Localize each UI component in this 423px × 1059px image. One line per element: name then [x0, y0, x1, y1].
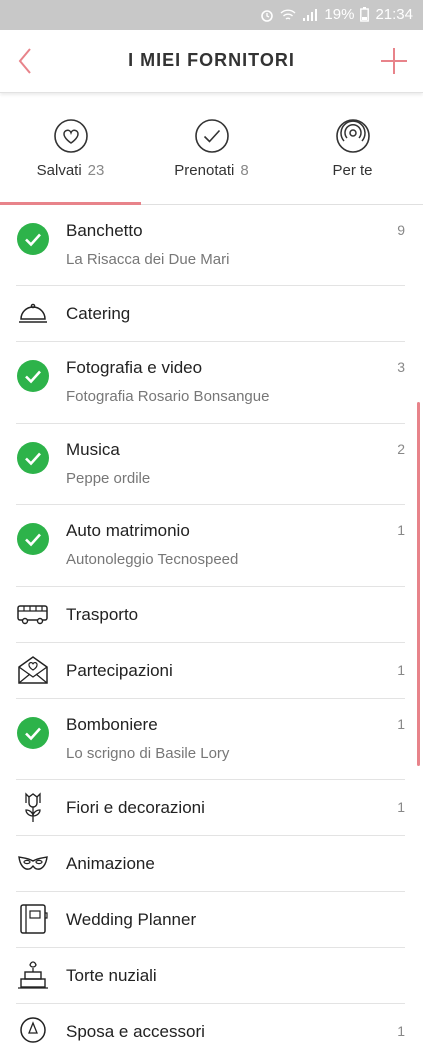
vendor-row-trasporto[interactable]: Trasporto — [16, 587, 405, 643]
flower-icon — [16, 790, 50, 824]
vendor-title: Trasporto — [66, 605, 139, 624]
battery-icon — [360, 7, 370, 22]
plus-icon — [381, 48, 407, 74]
vendor-title: Bomboniere — [66, 715, 158, 734]
mask-icon — [16, 846, 50, 880]
tab-label: Per te — [332, 162, 373, 179]
vendor-title: Partecipazioni — [66, 661, 173, 680]
vendor-row-wedding-planner[interactable]: Wedding Planner — [16, 892, 405, 948]
heart-circle-icon — [53, 119, 88, 153]
check-badge-icon — [16, 359, 50, 393]
vendor-subtitle: Autonoleggio Tecnospeed — [66, 551, 239, 568]
vendor-row-fotografia[interactable]: Fotografia e video Fotografia Rosario Bo… — [16, 342, 405, 424]
vendor-title: Musica — [66, 440, 120, 459]
vendor-row-fiori[interactable]: Fiori e decorazioni 1 — [16, 780, 405, 836]
tab-count: 23 — [87, 162, 105, 179]
tab-label: Prenotati — [174, 162, 235, 179]
chevron-left-icon — [18, 48, 31, 74]
scrollbar[interactable] — [417, 402, 420, 766]
vendor-row-bomboniere[interactable]: Bomboniere Lo scrigno di Basile Lory 1 — [16, 699, 405, 780]
vendor-row-torte[interactable]: Torte nuziali — [16, 948, 405, 1004]
add-vendor-button[interactable] — [377, 44, 411, 78]
check-badge-icon — [16, 441, 50, 475]
vendor-subtitle: La Risacca dei Due Mari — [66, 251, 230, 268]
vendor-subtitle: Fotografia Rosario Bonsangue — [66, 388, 270, 405]
vendor-list: Banchetto La Risacca dei Due Mari 9 Cate… — [0, 205, 423, 1059]
vendor-title: Auto matrimonio — [66, 521, 190, 540]
check-circle-icon — [194, 119, 229, 153]
tab-bar: Salvati 23 Prenotati 8 Per te — [0, 94, 423, 205]
tab-per-te[interactable]: Per te — [282, 94, 423, 204]
alarm-icon — [261, 9, 274, 22]
planner-icon — [16, 902, 50, 936]
vendor-count: 3 — [397, 359, 405, 375]
vendor-title: Sposa e accessori — [66, 1022, 205, 1041]
signal-circle-icon — [335, 119, 370, 153]
battery-percent: 19% — [324, 6, 355, 23]
vendor-count: 1 — [397, 1023, 405, 1039]
vendor-count: 1 — [397, 716, 405, 732]
vendor-count: 1 — [397, 662, 405, 678]
vendor-title: Fotografia e video — [66, 358, 203, 377]
vendor-count: 9 — [397, 222, 405, 238]
vendor-count: 1 — [397, 799, 405, 815]
vendor-row-musica[interactable]: Musica Peppe ordile 2 — [16, 424, 405, 505]
app-bar: I MIEI FORNITORI — [0, 30, 423, 93]
envelope-heart-icon — [16, 653, 50, 687]
vendor-row-catering[interactable]: Catering — [16, 286, 405, 342]
back-button[interactable] — [10, 44, 40, 78]
signal-icon — [303, 8, 318, 21]
tab-label: Salvati — [36, 162, 82, 179]
vendor-row-auto[interactable]: Auto matrimonio Autonoleggio Tecnospeed … — [16, 505, 405, 587]
vendor-row-sposa[interactable]: Sposa e accessori 1 — [16, 1004, 405, 1059]
dress-icon — [16, 1014, 50, 1048]
vendor-title: Catering — [66, 304, 131, 323]
check-badge-icon — [16, 522, 50, 556]
vendor-row-banchetto[interactable]: Banchetto La Risacca dei Due Mari 9 — [16, 205, 405, 286]
vendor-title: Animazione — [66, 854, 155, 873]
tab-salvati[interactable]: Salvati 23 — [0, 94, 141, 205]
check-badge-icon — [16, 222, 50, 256]
vendor-count: 2 — [397, 441, 405, 457]
page-title: I MIEI FORNITORI — [128, 50, 295, 70]
cloche-icon — [16, 296, 50, 330]
wifi-icon — [280, 8, 296, 20]
check-badge-icon — [16, 716, 50, 750]
tab-prenotati[interactable]: Prenotati 8 — [141, 94, 282, 204]
vendor-count: 1 — [397, 522, 405, 538]
status-bar: 19% 21:34 — [0, 0, 423, 30]
vendor-row-animazione[interactable]: Animazione — [16, 836, 405, 892]
vendor-title: Torte nuziali — [66, 966, 157, 985]
tab-count: 8 — [240, 162, 249, 179]
vendor-row-partecipazioni[interactable]: Partecipazioni 1 — [16, 643, 405, 699]
bus-icon — [16, 597, 50, 631]
clock: 21:34 — [375, 6, 413, 23]
vendor-subtitle: Lo scrigno di Basile Lory — [66, 745, 230, 762]
vendor-title: Wedding Planner — [66, 910, 197, 929]
vendor-title: Fiori e decorazioni — [66, 798, 205, 817]
vendor-subtitle: Peppe ordile — [66, 470, 151, 487]
cake-icon — [16, 958, 50, 992]
vendor-title: Banchetto — [66, 221, 143, 240]
